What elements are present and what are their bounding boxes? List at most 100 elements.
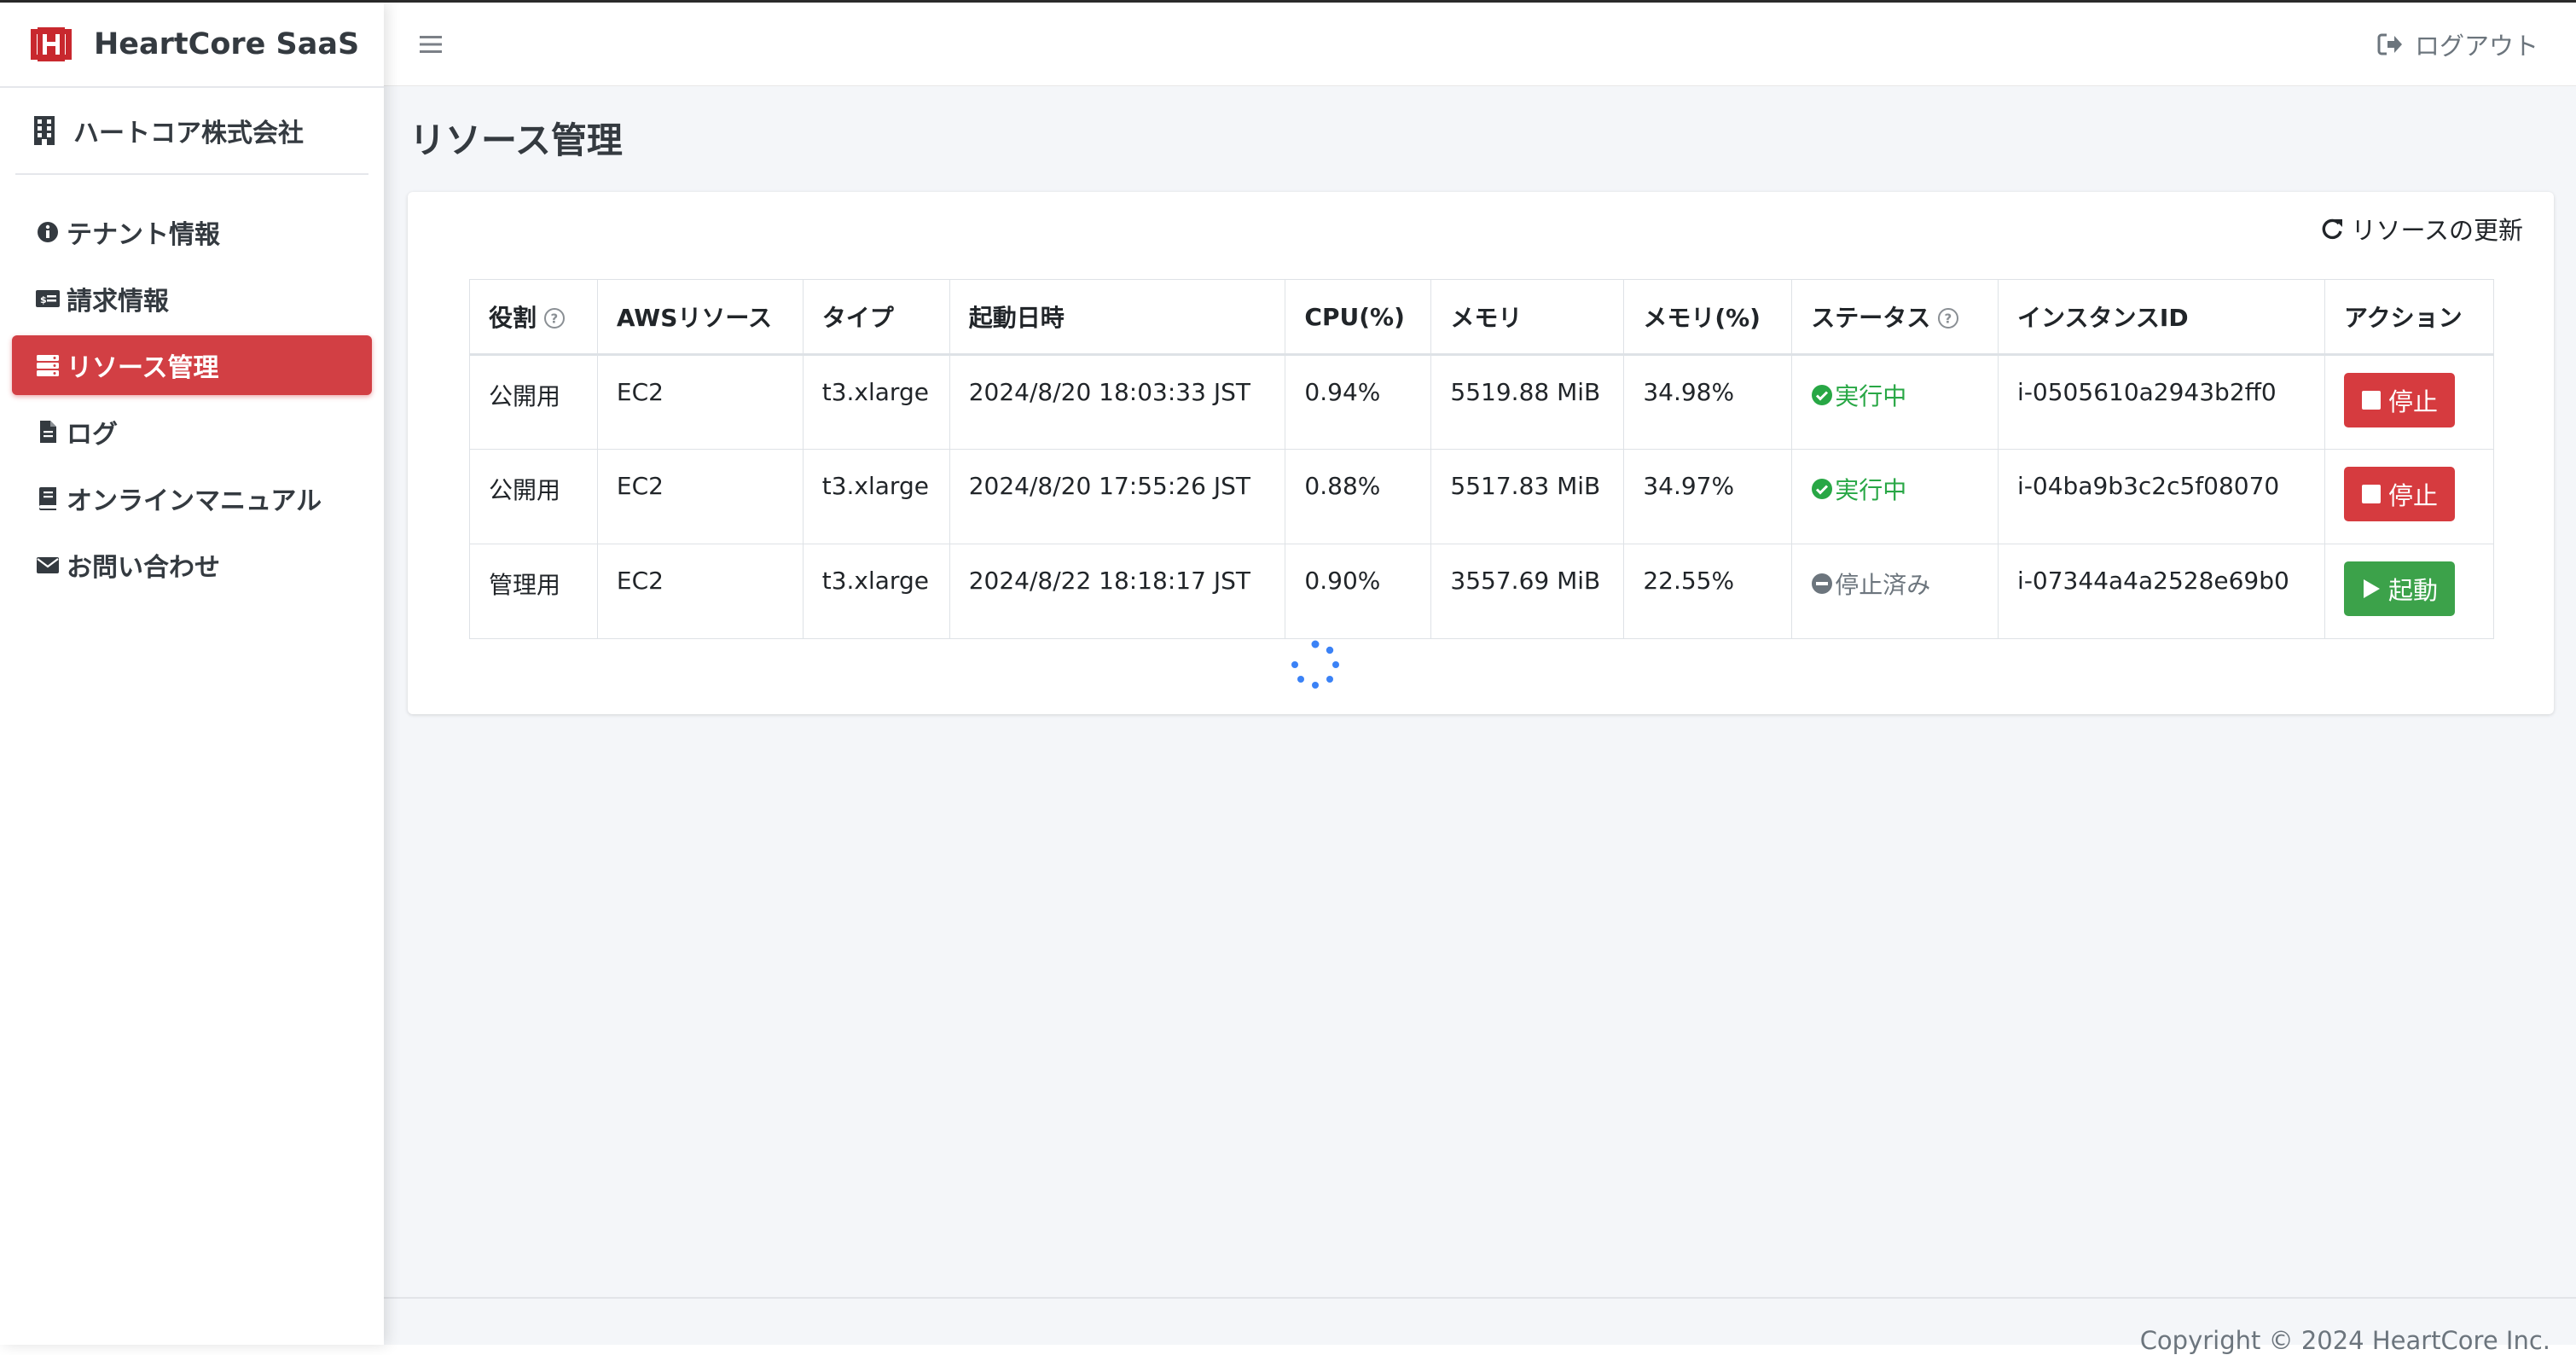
refresh-icon: [2323, 218, 2343, 240]
sidebar-item-contact[interactable]: お問い合わせ: [12, 535, 372, 595]
brand[interactable]: HeartCore SaaS: [0, 3, 384, 88]
status-badge: 実行中: [1811, 472, 1906, 506]
column-header-instance-id: インスタンスID: [1998, 279, 2325, 356]
top-navbar: ログアウト: [384, 3, 2576, 86]
stop-icon: [2361, 485, 2381, 503]
book-icon: [39, 487, 56, 510]
column-header-status: ステータス?: [1791, 279, 1999, 356]
heartcore-logo-icon: [31, 27, 72, 61]
cell-resource: EC2: [596, 449, 804, 544]
sidebar-item-label: オンラインマニュアル: [67, 486, 322, 516]
stop-instance-button[interactable]: 停止: [2343, 373, 2455, 427]
stop-icon: [2361, 391, 2381, 410]
column-header-started-at: 起動日時: [949, 279, 1286, 356]
column-header-memory-percent: メモリ(%): [1623, 279, 1793, 356]
cell-type: t3.xlarge: [802, 449, 950, 544]
sidebar: HeartCore SaaS ハートコア株式会社 テナント情報 $ 請求情報 リ…: [0, 3, 384, 1345]
cell-cpu: 0.90%: [1285, 544, 1432, 639]
svg-text:?: ?: [551, 311, 559, 327]
refresh-resources-button[interactable]: リソースの更新: [2320, 211, 2523, 247]
stop-instance-button[interactable]: 停止: [2343, 467, 2455, 521]
sidebar-item-resource-management[interactable]: リソース管理: [12, 335, 372, 395]
cell-role: 公開用: [469, 449, 598, 544]
logout-link[interactable]: ログアウト: [2377, 26, 2538, 62]
server-icon: [37, 355, 59, 376]
sidebar-nav: テナント情報 $ 請求情報 リソース管理 ログ オンラインマニュアル お問い合わ…: [0, 202, 384, 595]
table-row: 管理用 EC2 t3.xlarge 2024/8/22 18:18:17 JST…: [469, 544, 2495, 639]
main-content: ログアウト リソース管理 リソースの更新 役割? AWSリソース タイプ 起動日…: [384, 3, 2576, 1355]
cell-memory: 5519.88 MiB: [1430, 354, 1625, 450]
cell-type: t3.xlarge: [802, 544, 950, 639]
credit-card-icon: $: [36, 290, 60, 307]
brand-name: HeartCore SaaS: [94, 27, 360, 61]
column-header-role: 役割?: [469, 279, 598, 356]
envelope-icon: [37, 557, 59, 573]
sidebar-item-billing[interactable]: $ 請求情報: [12, 269, 372, 329]
column-header-cpu: CPU(%): [1285, 279, 1432, 356]
sidebar-item-label: リソース管理: [67, 353, 219, 383]
check-circle-icon: [1812, 385, 1833, 405]
sidebar-item-label: 請求情報: [67, 287, 169, 317]
cell-resource: EC2: [596, 354, 804, 450]
button-label: 停止: [2387, 387, 2438, 416]
column-header-type: タイプ: [802, 279, 950, 356]
company-name: ハートコア株式会社: [73, 119, 304, 148]
copyright-text: Copyright © 2024 HeartCore Inc.: [2139, 1326, 2550, 1355]
column-header-action: アクション: [2324, 279, 2495, 356]
loading-spinner-icon: [1291, 640, 1339, 689]
button-label: 起動: [2387, 576, 2438, 605]
check-circle-icon: [1812, 479, 1833, 499]
cell-resource: EC2: [596, 544, 804, 639]
cell-cpu: 0.94%: [1285, 354, 1432, 450]
info-circle-icon: [38, 222, 58, 242]
question-circle-icon[interactable]: ?: [543, 307, 566, 329]
sidebar-item-logs[interactable]: ログ: [12, 402, 372, 462]
cell-role: 公開用: [469, 354, 598, 450]
table-row: 公開用 EC2 t3.xlarge 2024/8/20 18:03:33 JST…: [469, 354, 2495, 450]
cell-instance-id: i-07344a4a2528e69b0: [1998, 544, 2325, 639]
building-icon: [34, 116, 55, 145]
minus-circle-icon: [1812, 573, 1833, 594]
cell-memory-percent: 34.97%: [1623, 449, 1793, 544]
column-header-memory: メモリ: [1430, 279, 1625, 356]
cell-started-at: 2024/8/20 17:55:26 JST: [949, 449, 1286, 544]
footer: Copyright © 2024 HeartCore Inc.: [384, 1297, 2576, 1355]
sidebar-item-tenant-info[interactable]: テナント情報: [12, 202, 372, 262]
question-circle-icon[interactable]: ?: [1937, 307, 1959, 329]
resource-table: 役割? AWSリソース タイプ 起動日時 CPU(%) メモリ メモリ(%) ス…: [469, 279, 2495, 639]
cell-role: 管理用: [469, 544, 598, 639]
play-icon: [2363, 579, 2380, 598]
cell-started-at: 2024/8/22 18:18:17 JST: [949, 544, 1286, 639]
start-instance-button[interactable]: 起動: [2343, 561, 2455, 616]
logout-label: ログアウト: [2414, 31, 2538, 61]
company-block: ハートコア株式会社: [15, 88, 368, 175]
cell-status: 実行中: [1791, 354, 1999, 450]
table-header-row: 役割? AWSリソース タイプ 起動日時 CPU(%) メモリ メモリ(%) ス…: [469, 279, 2495, 356]
table-row: 公開用 EC2 t3.xlarge 2024/8/20 17:55:26 JST…: [469, 449, 2495, 544]
cell-action: 停止: [2324, 449, 2495, 544]
cell-instance-id: i-04ba9b3c2c5f08070: [1998, 449, 2325, 544]
svg-text:$: $: [40, 294, 47, 305]
cell-type: t3.xlarge: [802, 354, 950, 450]
cell-memory: 3557.69 MiB: [1430, 544, 1625, 639]
hamburger-menu-icon[interactable]: [418, 33, 445, 55]
status-badge: 実行中: [1811, 378, 1906, 412]
column-header-aws-resource: AWSリソース: [596, 279, 804, 356]
cell-memory-percent: 22.55%: [1623, 544, 1793, 639]
sidebar-item-label: テナント情報: [67, 220, 220, 250]
cell-cpu: 0.88%: [1285, 449, 1432, 544]
cell-started-at: 2024/8/20 18:03:33 JST: [949, 354, 1286, 450]
status-text: 実行中: [1835, 476, 1907, 504]
refresh-label: リソースの更新: [2351, 216, 2523, 245]
sidebar-item-label: お問い合わせ: [67, 553, 220, 583]
page-title: リソース管理: [409, 119, 623, 161]
sidebar-item-online-manual[interactable]: オンラインマニュアル: [12, 468, 372, 528]
status-text: 実行中: [1835, 382, 1907, 410]
status-text: 停止済み: [1835, 571, 1931, 599]
cell-action: 起動: [2324, 544, 2495, 639]
cell-status: 停止済み: [1791, 544, 1999, 639]
file-icon: [40, 421, 56, 443]
status-badge: 停止済み: [1811, 567, 1930, 601]
cell-instance-id: i-0505610a2943b2ff0: [1998, 354, 2325, 450]
sidebar-item-label: ログ: [67, 420, 118, 450]
